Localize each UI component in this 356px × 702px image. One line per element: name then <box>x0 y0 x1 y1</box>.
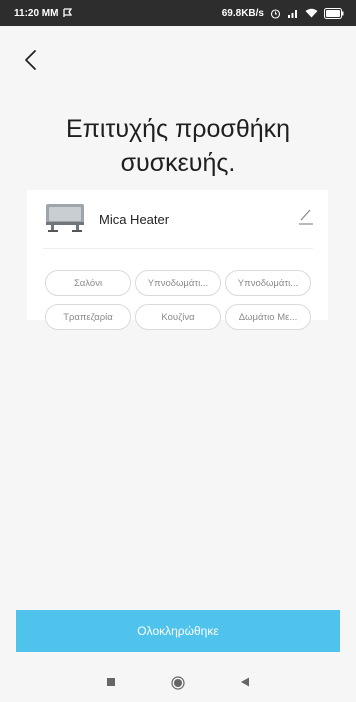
page-title-line2: συσκευής. <box>120 149 236 177</box>
home-button[interactable] <box>170 675 186 696</box>
room-chip-label: Υπνοδωμάτι... <box>147 277 209 289</box>
page-title-line1: Επιτυχής προσθήκη <box>65 115 291 143</box>
room-chip-bedroom-1[interactable]: Υπνοδωμάτι... <box>135 270 221 296</box>
pencil-icon <box>299 209 313 225</box>
room-chip-kitchen[interactable]: Κουζίνα <box>135 304 221 330</box>
network-speed: 69.8KB/s <box>221 7 264 19</box>
device-row: Mica Heater <box>27 190 328 248</box>
signal-icon <box>287 8 299 18</box>
room-chip-room[interactable]: Δωμάτιο Με... <box>225 304 311 330</box>
room-chip-label: Σαλόνι <box>73 277 103 289</box>
navigation-bar <box>0 665 356 702</box>
room-chip-label: Δωμάτιο Με... <box>238 311 298 323</box>
status-bar: 11:20 MM 69.8KB/s <box>0 0 356 26</box>
room-chip-dining[interactable]: Τραπεζαρία <box>45 304 131 330</box>
chevron-left-icon <box>25 50 36 70</box>
circle-home-icon <box>171 676 185 690</box>
edit-name-button[interactable] <box>298 206 314 231</box>
cast-flag-icon <box>63 8 73 18</box>
square-recents-icon <box>107 678 115 686</box>
status-time: 11:20 MM <box>14 7 59 19</box>
done-button[interactable]: Ολοκληρώθηκε <box>16 610 340 652</box>
device-name: Mica Heater <box>99 212 170 227</box>
triangle-back-icon <box>241 677 249 687</box>
heater-icon <box>43 200 87 239</box>
nav-back-button[interactable] <box>238 675 252 694</box>
back-button[interactable] <box>18 46 42 74</box>
room-chip-label: Κουζίνα <box>161 311 195 323</box>
page-title: Επιτυχής προσθήκη συσκευής. <box>0 112 356 180</box>
alarm-icon <box>270 8 281 19</box>
device-card: Mica Heater Σαλόνι Υπνοδωμάτι... Υπνοδωμ… <box>27 190 328 330</box>
recents-button[interactable] <box>104 675 118 694</box>
battery-icon <box>324 7 344 19</box>
room-chip-saloni[interactable]: Σαλόνι <box>45 270 131 296</box>
room-chip-bedroom-2[interactable]: Υπνοδωμάτι... <box>225 270 311 296</box>
room-chip-label: Υπνοδωμάτι... <box>237 277 299 289</box>
wifi-icon <box>305 8 318 18</box>
status-right: 69.8KB/s <box>221 7 344 19</box>
room-chip-label: Τραπεζαρία <box>63 311 113 323</box>
divider <box>43 248 313 249</box>
status-left: 11:20 MM <box>14 7 73 19</box>
